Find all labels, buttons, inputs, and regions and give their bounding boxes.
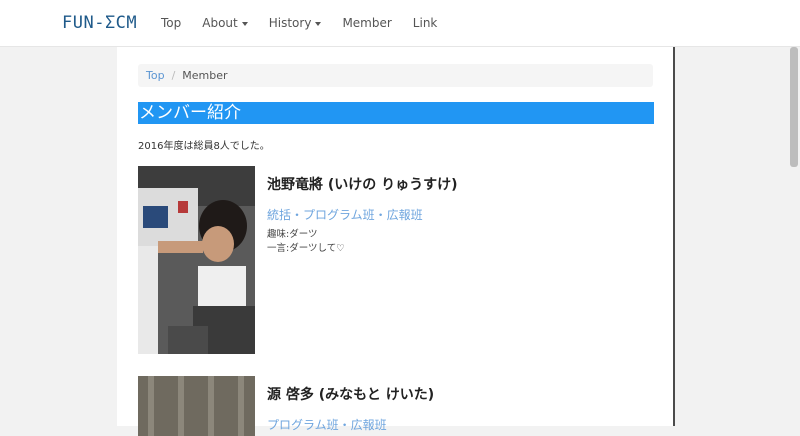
main-nav: Top About History Member Link [161,0,458,46]
member-hobby: 趣味:ダーツ [267,229,318,240]
member-photo [138,166,255,354]
nav-item-history[interactable]: History [269,16,322,30]
member-photo-image [138,376,255,436]
nav-item-top[interactable]: Top [161,16,181,30]
page-title: メンバー紹介 [138,102,654,124]
site-logo[interactable]: FUN-ΣCM [62,13,137,33]
scrollbar-thumb[interactable] [790,47,798,167]
member-photo-image [138,166,255,354]
caret-down-icon [241,21,248,26]
member-name: 源 啓多 (みなもと けいた) [267,387,435,403]
nav-item-member-label: Member [342,16,392,30]
breadcrumb: Top / Member [138,64,653,87]
nav-item-member[interactable]: Member [342,16,391,30]
breadcrumb-current: Member [182,69,228,82]
member-card: 池野竜將 (いけの りゅうすけ) 統括・プログラム班・広報班 趣味:ダーツ 一言… [138,166,653,354]
caret-down-icon [315,21,322,26]
member-roles: 統括・プログラム班・広報班 [267,208,423,222]
member-photo [138,376,255,436]
member-comment: 一言:ダーツして♡ [267,243,345,254]
breadcrumb-separator: / [171,69,176,82]
nav-item-link[interactable]: Link [413,16,438,30]
member-name: 池野竜將 (いけの りゅうすけ) [267,177,458,193]
member-total-text: 2016年度は総員8人でした。 [138,141,270,152]
nav-item-about-label: About [202,16,238,30]
nav-item-history-label: History [268,16,312,30]
top-navbar: FUN-ΣCM Top About History Member Link [0,0,800,47]
member-roles: プログラム班・広報班 [267,418,387,432]
nav-item-about[interactable]: About [202,16,248,30]
nav-item-link-label: Link [412,16,438,30]
nav-item-top-label: Top [161,16,182,30]
main-content: Top / Member メンバー紹介 2016年度は総員8人でした。 池野竜將 (… [117,47,675,436]
breadcrumb-home-link[interactable]: Top [146,69,165,82]
member-card: 源 啓多 (みなもと けいた) プログラム班・広報班 [138,376,653,436]
